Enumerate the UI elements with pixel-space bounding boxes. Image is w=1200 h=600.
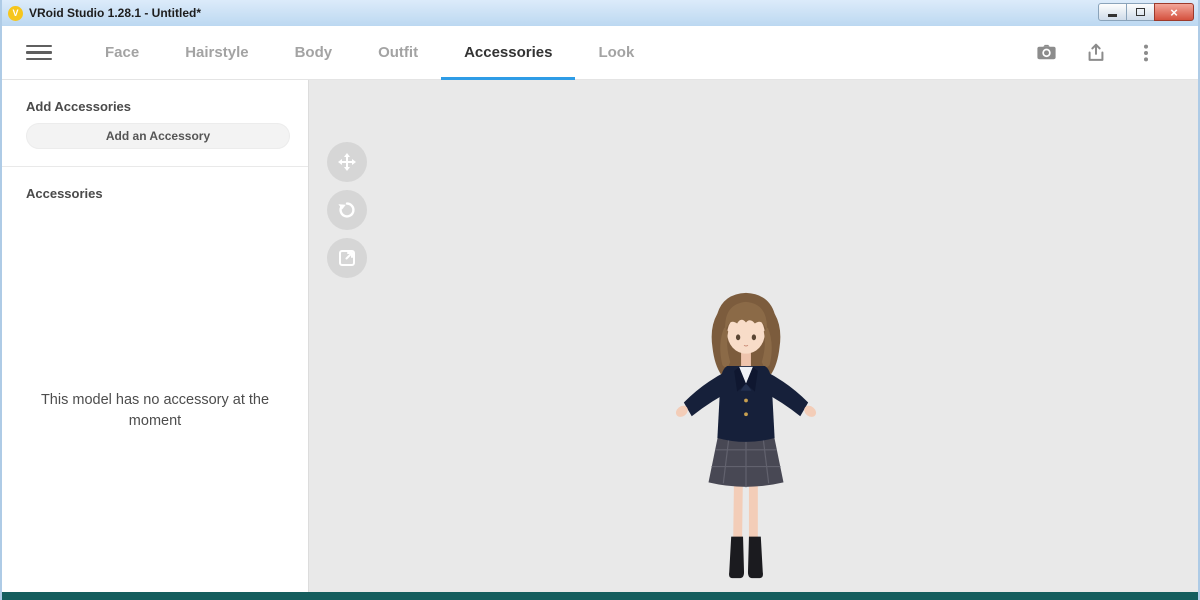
tab-hairstyle[interactable]: Hairstyle <box>162 26 271 79</box>
tab-body[interactable]: Body <box>272 26 356 79</box>
maximize-icon <box>1136 8 1145 16</box>
frame-icon <box>337 248 357 268</box>
accessories-sidebar: Add Accessories Add an Accessory Accesso… <box>2 80 309 592</box>
more-menu-icon[interactable] <box>1134 41 1158 65</box>
vroid-logo-icon: V <box>8 6 23 21</box>
bottom-border-strip <box>2 592 1198 600</box>
rotate-icon <box>337 200 357 220</box>
export-icon[interactable] <box>1084 41 1108 65</box>
toolbar-actions <box>1034 26 1198 79</box>
camera-icon[interactable] <box>1034 41 1058 65</box>
add-accessory-button[interactable]: Add an Accessory <box>26 123 290 149</box>
window-controls: × <box>1099 3 1194 21</box>
empty-accessories-message: This model has no accessory at the momen… <box>24 390 286 432</box>
tab-accessories[interactable]: Accessories <box>441 26 575 79</box>
viewport-tool-stack <box>327 142 367 278</box>
rotate-tool-button[interactable] <box>327 190 367 230</box>
content-area: Add Accessories Add an Accessory Accesso… <box>2 80 1198 592</box>
maximize-button[interactable] <box>1126 3 1155 21</box>
character-model[interactable] <box>651 288 841 584</box>
minimize-icon <box>1108 14 1117 17</box>
main-menu-button[interactable] <box>26 26 52 79</box>
title-bar[interactable]: V VRoid Studio 1.28.1 - Untitled* × <box>2 0 1198 26</box>
tab-look[interactable]: Look <box>575 26 657 79</box>
window-title: VRoid Studio 1.28.1 - Untitled* <box>29 6 201 20</box>
close-icon: × <box>1170 6 1178 19</box>
move-tool-button[interactable] <box>327 142 367 182</box>
add-accessories-heading: Add Accessories <box>2 80 308 123</box>
close-button[interactable]: × <box>1154 3 1194 21</box>
frame-tool-button[interactable] <box>327 238 367 278</box>
tab-face[interactable]: Face <box>82 26 162 79</box>
minimize-button[interactable] <box>1098 3 1127 21</box>
editor-tabs: Face Hairstyle Body Outfit Accessories L… <box>82 26 657 79</box>
accessories-list-heading: Accessories <box>2 167 308 210</box>
3d-viewport[interactable] <box>309 80 1198 592</box>
app-window: V VRoid Studio 1.28.1 - Untitled* × Face… <box>0 0 1200 600</box>
move-icon <box>337 152 357 172</box>
hamburger-icon <box>26 45 52 48</box>
tab-bar: Face Hairstyle Body Outfit Accessories L… <box>2 26 1198 80</box>
tab-outfit[interactable]: Outfit <box>355 26 441 79</box>
